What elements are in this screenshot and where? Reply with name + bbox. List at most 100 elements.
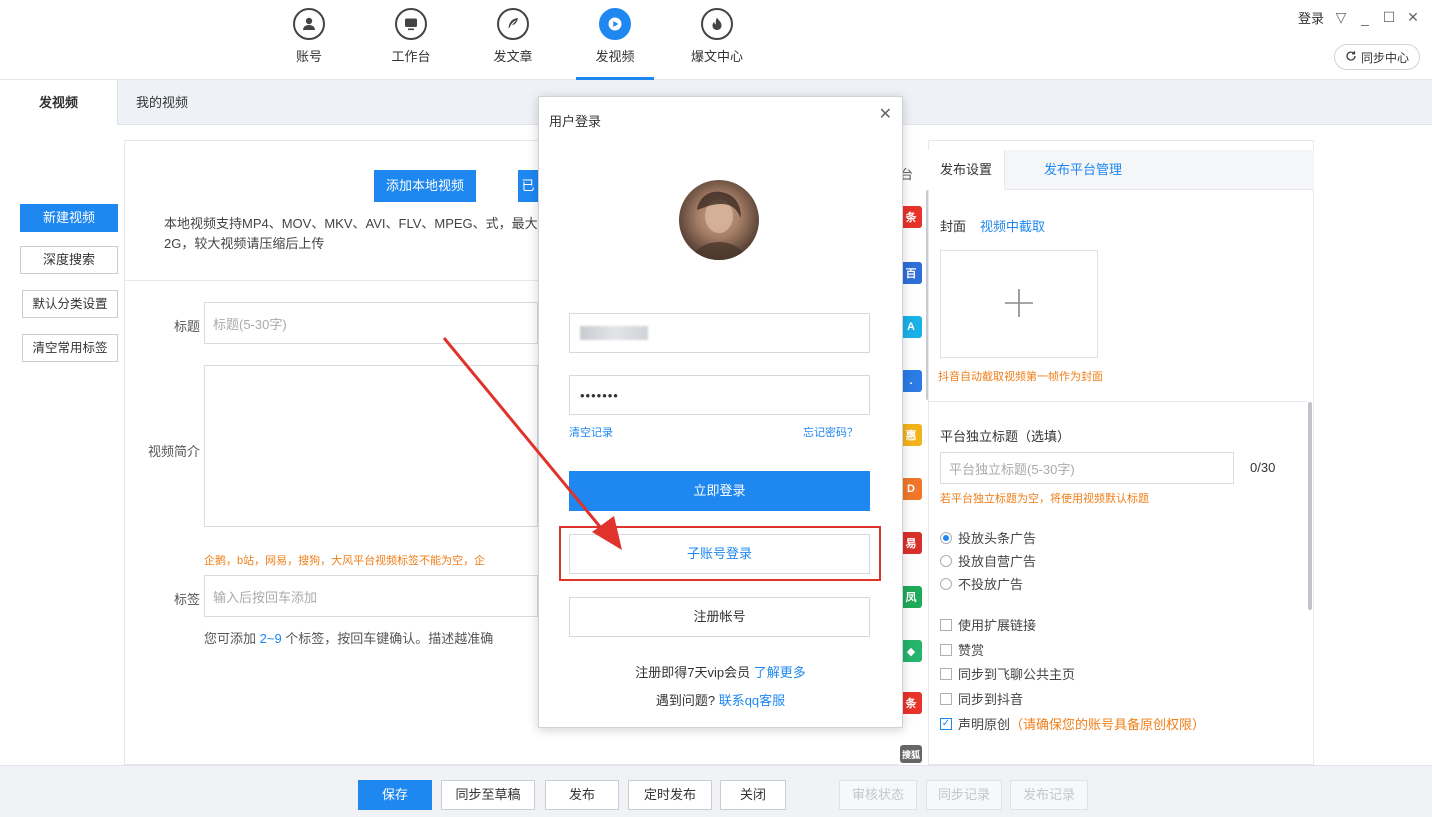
platform-glyph: 百: [905, 268, 917, 280]
platform-icon-baidu[interactable]: 百: [900, 262, 922, 284]
platform-icon-hui[interactable]: 惠: [900, 424, 922, 446]
close-icon[interactable]: ✕: [1406, 9, 1420, 25]
radio[interactable]: [940, 577, 952, 590]
second-upload-button[interactable]: 已: [518, 170, 538, 202]
platform-icon-sohu[interactable]: 搜狐: [900, 745, 922, 763]
platform-glyph: 搜狐: [901, 749, 920, 760]
platform-icon-a[interactable]: A: [900, 316, 922, 338]
checkbox[interactable]: [940, 692, 952, 705]
sync-draft-button[interactable]: 同步至草稿: [441, 780, 535, 810]
register-button[interactable]: 注册帐号: [569, 597, 870, 637]
cover-upload-box[interactable]: [940, 250, 1098, 358]
check-appreciation[interactable]: 赞赏: [940, 640, 984, 659]
clear-record-link[interactable]: 清空记录: [569, 424, 613, 440]
deep-search-button[interactable]: 深度搜索: [20, 246, 118, 274]
close-icon[interactable]: ✕: [879, 107, 892, 123]
check-sync-douyin[interactable]: 同步到抖音: [940, 689, 1023, 708]
video-support-text: 本地视频支持MP4、MOV、MKV、AVI、FLV、MPEG、式，最大2G，较大…: [164, 216, 538, 251]
feather-icon: [497, 8, 529, 40]
dialog-title: 用户登录: [549, 114, 602, 129]
platform-icon-ifeng[interactable]: 凤: [900, 586, 922, 608]
ad-option-none[interactable]: 不投放广告: [940, 574, 1023, 593]
forgot-password-link[interactable]: 忘记密码？: [803, 424, 858, 440]
close-button[interactable]: 关闭: [720, 780, 786, 810]
intro-label: 视频简介: [147, 444, 200, 459]
publish-record-button[interactable]: 发布记录: [1010, 780, 1088, 810]
platform-icon-netease[interactable]: 易: [900, 532, 922, 554]
tag-hint-pre: 您可添加: [204, 631, 260, 646]
platform-icon-dot[interactable]: .: [900, 370, 922, 392]
review-status-button[interactable]: 审核状态: [839, 780, 917, 810]
ad-option-self[interactable]: 投放自营广告: [940, 551, 1036, 570]
platform-icon-d[interactable]: D: [900, 478, 922, 500]
sync-center-button[interactable]: 同步中心: [1333, 44, 1420, 70]
window-controls: 登录 ▽ _ ☐ ✕: [1298, 8, 1420, 27]
radio-checked[interactable]: [940, 531, 952, 544]
help-line: 遇到问题? 联系qq客服: [538, 690, 903, 709]
platform-glyph: 条: [905, 212, 917, 224]
title-input[interactable]: 标题(5-30字): [204, 302, 538, 344]
add-local-video-button[interactable]: 添加本地视频: [374, 170, 476, 202]
dropdown-triangle-icon[interactable]: ▽: [1334, 9, 1348, 25]
checkbox[interactable]: [940, 618, 952, 631]
original-note: （请确保您的账号具备原创权限）: [1010, 717, 1206, 732]
platform-glyph: ◆: [906, 645, 916, 658]
minimize-icon[interactable]: _: [1358, 10, 1372, 26]
tab-publish-settings[interactable]: 发布设置: [928, 150, 1006, 190]
refresh-icon: [1345, 50, 1357, 65]
nav-item-post-video[interactable]: 发视频: [564, 0, 666, 80]
play-icon: [599, 8, 631, 40]
maximize-icon[interactable]: ☐: [1382, 9, 1396, 25]
save-button[interactable]: 保存: [358, 780, 432, 810]
login-now-button[interactable]: 立即登录: [569, 471, 870, 511]
nav-label: 发视频: [595, 49, 635, 64]
intro-textarea[interactable]: [204, 365, 538, 527]
check-original[interactable]: ✓ 声明原创 （请确保您的账号具备原创权限）: [940, 714, 1205, 733]
username-input[interactable]: [569, 313, 870, 353]
tab-publish-video[interactable]: 发视频: [0, 80, 118, 125]
checkbox[interactable]: [940, 667, 952, 680]
tab-platform-manage[interactable]: 发布平台管理: [1032, 150, 1134, 190]
publish-button[interactable]: 发布: [545, 780, 619, 810]
tag-input[interactable]: 输入后按回车添加: [204, 575, 538, 617]
login-link[interactable]: 登录: [1298, 8, 1324, 27]
option-label: 赞赏: [958, 643, 985, 658]
nav-item-workbench[interactable]: 工作台: [360, 0, 462, 80]
platform-glyph: 条: [905, 698, 917, 710]
checkbox-checked[interactable]: ✓: [940, 717, 952, 730]
default-category-button[interactable]: 默认分类设置: [22, 290, 118, 318]
option-label: 声明原创: [958, 717, 1011, 732]
contact-qq-link[interactable]: 联系qq客服: [719, 693, 785, 708]
nav-item-post-article[interactable]: 发文章: [462, 0, 564, 80]
monitor-icon: [395, 8, 427, 40]
cover-tip: 抖音自动截取视频第一帧作为封面: [938, 371, 1103, 383]
ad-option-toutiao[interactable]: 投放头条广告: [940, 528, 1036, 547]
check-sync-feiliao[interactable]: 同步到飞聊公共主页: [940, 664, 1075, 683]
sync-record-button[interactable]: 同步记录: [926, 780, 1002, 810]
scheduled-publish-button[interactable]: 定时发布: [628, 780, 712, 810]
new-video-button[interactable]: 新建视频: [20, 204, 118, 232]
nav-item-hot-center[interactable]: 爆文中心: [666, 0, 768, 80]
tag-hint: 您可添加 2~9 个标签，按回车键确认。描述越准确: [204, 628, 538, 647]
radio[interactable]: [940, 554, 952, 567]
plus-icon: [1001, 285, 1037, 324]
avatar: [679, 180, 759, 260]
nav-item-account[interactable]: 账号: [258, 0, 360, 80]
checkbox[interactable]: [940, 643, 952, 656]
tab-my-videos[interactable]: 我的视频: [136, 80, 188, 125]
platform-icon-green[interactable]: ◆: [900, 640, 922, 662]
settings-tabs: 发布设置 发布平台管理: [928, 150, 1314, 190]
clear-tags-button[interactable]: 清空常用标签: [22, 334, 118, 362]
learn-more-link[interactable]: 了解更多: [754, 665, 806, 680]
platform-glyph: 易: [905, 538, 917, 550]
platform-icon-toutiao-2[interactable]: 条: [900, 692, 922, 714]
check-ext-link[interactable]: 使用扩展链接: [940, 615, 1036, 634]
indep-title-input[interactable]: 平台独立标题(5-30字): [940, 452, 1234, 484]
user-icon: [293, 8, 325, 40]
cover-capture-link[interactable]: 视频中截取: [980, 216, 1045, 235]
title-label: 标题: [173, 319, 200, 334]
platform-icon-toutiao[interactable]: 条: [900, 206, 922, 228]
platform-glyph: D: [907, 483, 915, 495]
password-input[interactable]: •••••••: [569, 375, 870, 415]
settings-scrollbar[interactable]: [1308, 402, 1312, 610]
